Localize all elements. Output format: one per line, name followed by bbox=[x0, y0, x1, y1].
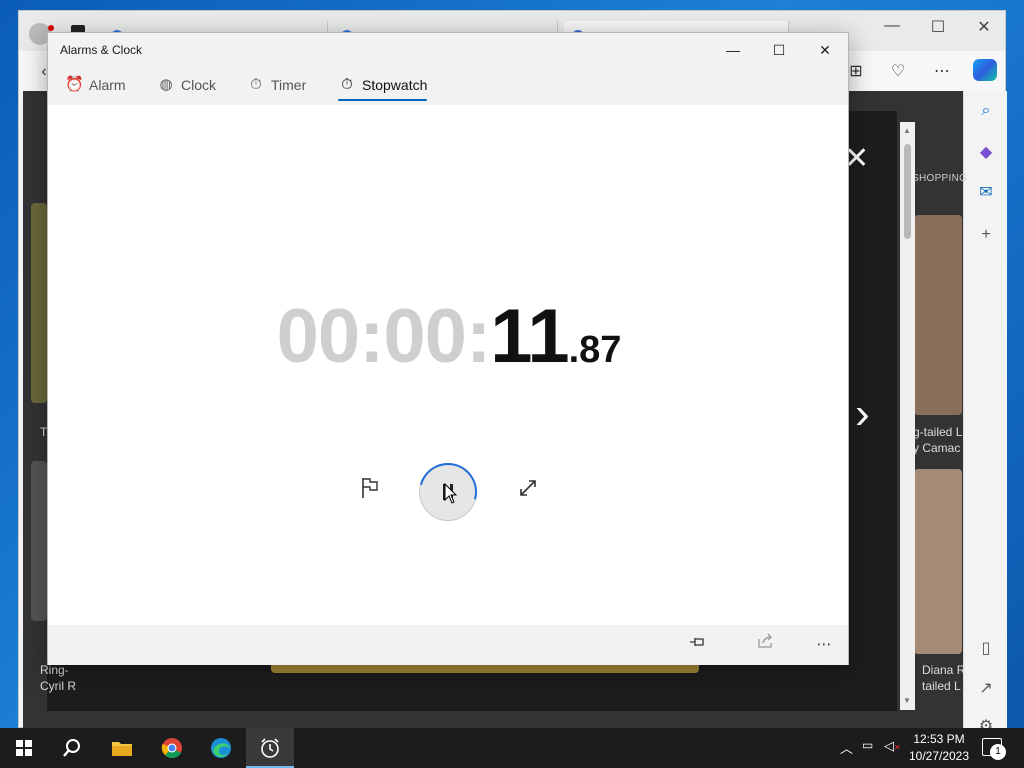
image-caption: Diana R bbox=[922, 663, 966, 677]
more-options-icon[interactable]: ⋯ bbox=[931, 61, 953, 83]
share-button[interactable] bbox=[752, 633, 780, 657]
image-caption: Cyril R bbox=[40, 679, 76, 693]
windows-logo-icon bbox=[16, 740, 32, 756]
mouse-cursor-icon bbox=[444, 483, 458, 504]
search-button[interactable] bbox=[48, 728, 96, 768]
page-scrollbar[interactable]: ▲ ▼ bbox=[900, 122, 915, 710]
image-thumbnail[interactable] bbox=[31, 461, 47, 621]
more-button[interactable]: ⋯ bbox=[810, 633, 838, 657]
chrome-icon bbox=[161, 738, 182, 759]
alarms-clock-window: Alarms & Clock — ☐ ✕ ⏰ Alarm ◍ Clock ⏱ T… bbox=[47, 32, 849, 665]
lap-button[interactable] bbox=[355, 477, 385, 507]
flag-icon bbox=[362, 478, 378, 498]
viewer-next-arrow-icon[interactable]: › bbox=[855, 392, 870, 436]
image-caption: tailed L bbox=[922, 679, 961, 693]
add-sidebar-app-icon[interactable]: + bbox=[976, 225, 996, 245]
clock-time: 12:53 PM bbox=[913, 732, 965, 746]
folder-icon bbox=[112, 742, 132, 756]
expand-icon bbox=[520, 480, 536, 496]
stopwatch-hundredths: .87 bbox=[568, 329, 622, 371]
alarm-clock-icon bbox=[261, 738, 279, 758]
close-button[interactable]: ✕ bbox=[802, 33, 848, 67]
taskbar: ︿ ▭ ◁✕ 12:53 PM 10/27/2023 1 bbox=[0, 728, 1024, 768]
clock-date: 10/27/2023 bbox=[908, 749, 970, 763]
browser-sidebar: ⌕ ◆ ✉ + ▯ ↗ ⚙ bbox=[963, 91, 1007, 735]
scroll-up-icon[interactable]: ▲ bbox=[903, 126, 911, 135]
chrome-button[interactable] bbox=[148, 728, 196, 768]
shopping-tab-label[interactable]: SHOPPING bbox=[912, 173, 967, 184]
stopwatch-minutes: 00: bbox=[383, 294, 491, 379]
tab-label: Alarm bbox=[89, 77, 126, 93]
globe-clock-icon: ◍ bbox=[159, 76, 173, 93]
file-explorer-button[interactable] bbox=[98, 728, 146, 768]
tab-label: Timer bbox=[271, 77, 307, 93]
tab-label: Clock bbox=[181, 77, 217, 93]
outlook-icon[interactable]: ✉ bbox=[976, 183, 996, 203]
tab-label: Stopwatch bbox=[362, 77, 428, 93]
alarm-icon: ⏰ bbox=[65, 76, 84, 93]
nav-tabs: ⏰ Alarm ◍ Clock ⏱ Timer ⏱ Stopwatch bbox=[48, 67, 848, 105]
profile-notification-dot bbox=[48, 25, 54, 31]
scroll-down-icon[interactable]: ▼ bbox=[903, 696, 911, 705]
title-bar[interactable]: Alarms & Clock — ☐ ✕ bbox=[48, 33, 848, 67]
show-hidden-icons-icon[interactable]: ︿ bbox=[840, 738, 853, 757]
window-title: Alarms & Clock bbox=[60, 43, 143, 57]
network-icon[interactable]: ▭ bbox=[862, 738, 873, 752]
edge-icon bbox=[211, 738, 231, 758]
expand-button[interactable] bbox=[513, 477, 543, 507]
browser-close-button[interactable]: ✕ bbox=[961, 17, 1007, 37]
browser-maximize-button[interactable]: ☐ bbox=[915, 17, 961, 37]
scrollbar-thumb[interactable] bbox=[904, 144, 911, 239]
tab-timer[interactable]: ⏱ Timer bbox=[247, 75, 306, 101]
search-icon[interactable]: ⌕ bbox=[976, 101, 996, 121]
image-caption: y Camac bbox=[913, 441, 961, 455]
volume-muted-icon[interactable]: ◁✕ bbox=[884, 738, 901, 754]
taskbar-clock[interactable]: 12:53 PM 10/27/2023 bbox=[904, 731, 974, 765]
notification-badge: 1 bbox=[990, 744, 1006, 760]
alarms-clock-taskbar-button[interactable] bbox=[246, 728, 294, 768]
external-link-icon[interactable]: ↗ bbox=[976, 679, 996, 699]
image-thumbnail[interactable] bbox=[914, 215, 962, 415]
active-tab-indicator bbox=[338, 99, 428, 101]
tab-alarm[interactable]: ⏰ Alarm bbox=[65, 75, 126, 101]
timer-icon: ⏱ bbox=[250, 76, 262, 93]
app-command-bar: ⋯ bbox=[48, 625, 848, 665]
image-thumbnail[interactable] bbox=[914, 469, 962, 654]
microsoft365-icon[interactable]: ◆ bbox=[976, 143, 996, 163]
pin-button[interactable] bbox=[684, 633, 712, 657]
tab-stopwatch[interactable]: ⏱ Stopwatch bbox=[338, 75, 428, 101]
stopwatch-hours: 00: bbox=[276, 294, 385, 379]
stopwatch-icon: ⏱ bbox=[341, 76, 353, 93]
image-thumbnail[interactable] bbox=[31, 203, 47, 403]
browser-minimize-button[interactable]: — bbox=[869, 17, 915, 35]
stopwatch-display: 00:00:11.87 bbox=[48, 293, 850, 380]
share-icon bbox=[758, 633, 772, 648]
image-caption: g-tailed L bbox=[913, 425, 963, 439]
stopwatch-panel: 00:00:11.87 bbox=[48, 105, 848, 625]
edge-button[interactable] bbox=[197, 728, 245, 768]
pin-icon bbox=[690, 638, 704, 646]
copilot-icon[interactable] bbox=[973, 59, 997, 81]
tab-clock[interactable]: ◍ Clock bbox=[157, 75, 216, 101]
start-button[interactable] bbox=[0, 728, 48, 768]
maximize-button[interactable]: ☐ bbox=[756, 33, 802, 67]
search-icon bbox=[63, 739, 80, 757]
minimize-button[interactable]: — bbox=[710, 33, 756, 67]
browser-essentials-icon[interactable]: ♡ bbox=[887, 61, 909, 83]
split-screen-icon[interactable]: ▯ bbox=[976, 639, 996, 659]
stopwatch-seconds: 11 bbox=[490, 294, 569, 379]
